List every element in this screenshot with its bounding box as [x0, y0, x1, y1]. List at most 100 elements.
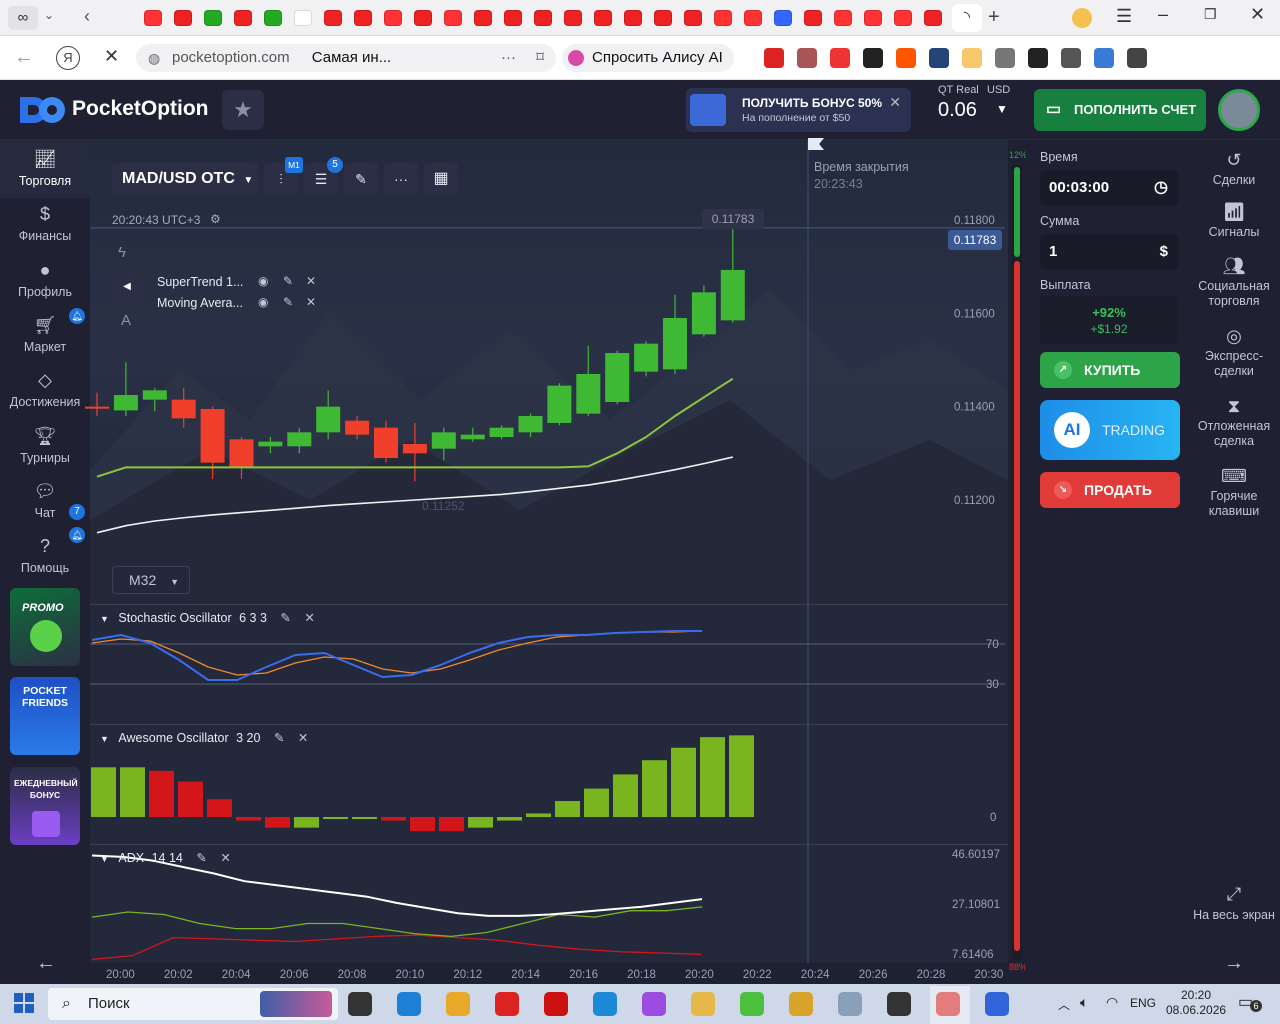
close-icon[interactable]: ✕: [220, 851, 230, 865]
time-tick-label: 20:26: [859, 969, 888, 981]
sell-button[interactable]: ↘ ПРОДАТЬ: [1040, 472, 1180, 508]
pencil-icon[interactable]: ✎: [280, 611, 290, 625]
windows-start-icon[interactable]: [14, 993, 34, 1013]
asset-selector[interactable]: MAD/USD OTC ▼: [112, 163, 258, 195]
arrow-down-icon: ↘: [1054, 481, 1072, 499]
taskbar-app-icon[interactable]: [887, 992, 911, 1016]
time-tick-label: 20:22: [743, 969, 772, 981]
ai-trading-button[interactable]: AI TRADING: [1040, 400, 1180, 460]
caret-down-icon: ▼: [170, 577, 180, 587]
awesome-name: Awesome Oscillator: [118, 731, 229, 745]
currency-icon[interactable]: $: [1160, 234, 1168, 270]
taskbar-app-icon[interactable]: [446, 992, 470, 1016]
adx-minus-di-line: [91, 934, 702, 961]
right-nav-label: Горячие клавиши: [1208, 489, 1260, 518]
right-nav-keyboard[interactable]: ⌨ Горячие клавиши: [1188, 466, 1280, 519]
caret-down-icon[interactable]: ▼: [100, 614, 109, 624]
ai-trading-label: TRADING: [1102, 422, 1165, 438]
taskbar-app-icon[interactable]: [642, 992, 666, 1016]
close-icon[interactable]: ✕: [304, 611, 314, 625]
price-tick-label: 0.11400: [954, 402, 995, 414]
taskbar-app-icon[interactable]: [544, 992, 568, 1016]
volume-icon[interactable]: 🔈︎: [1080, 994, 1088, 1011]
time-label: Время: [1040, 150, 1078, 164]
notifications-icon[interactable]: ▭ 6: [1238, 992, 1262, 1014]
close-icon[interactable]: ✕: [306, 274, 316, 288]
taskbar-app-icon[interactable]: [348, 992, 372, 1016]
awesome-bar: [352, 817, 377, 819]
taskbar-app-icon[interactable]: [691, 992, 715, 1016]
stochastic-d-line: [91, 630, 703, 676]
price-tick-label: 0.11200: [954, 495, 995, 507]
amount-input[interactable]: 1 $: [1040, 234, 1178, 270]
eye-icon[interactable]: ◉: [258, 274, 268, 288]
awesome-params: 3 20: [236, 731, 261, 745]
right-nav-target[interactable]: ◎ Экспресс-сделки: [1188, 326, 1280, 379]
timeframe-value: M32: [129, 572, 157, 588]
clock-date: 08.06.2026: [1166, 1003, 1227, 1017]
right-nav-hourglass[interactable]: ⧗ Отложенная сделка: [1188, 396, 1280, 449]
adx-tick-label: 7.61406: [952, 949, 994, 961]
taskbar-app-icon[interactable]: [985, 992, 1009, 1016]
taskbar-app-icon[interactable]: [495, 992, 519, 1016]
adx-tick-label: 46.60197: [952, 849, 1000, 861]
pencil-icon[interactable]: ✎: [274, 731, 284, 745]
gear-icon[interactable]: ⚙: [210, 212, 221, 226]
pencil-icon[interactable]: ✎: [283, 274, 293, 288]
notification-count: 6: [1250, 1000, 1262, 1012]
right-nav-signal[interactable]: 📶︎ Сигналы: [1188, 202, 1280, 240]
time-input[interactable]: 00:03:00 ◷: [1040, 170, 1178, 206]
clock-icon[interactable]: ◷: [1154, 170, 1168, 206]
fullscreen-button[interactable]: ⤢ На весь экран: [1188, 884, 1280, 923]
pencil-icon[interactable]: ✎: [283, 295, 293, 309]
candle-body: [720, 269, 745, 321]
taskbar-app-icon[interactable]: [838, 992, 862, 1016]
right-nav-history[interactable]: ↺ Сделки: [1188, 150, 1280, 188]
candle-body: [576, 374, 601, 414]
time-tick-label: 20:30: [975, 969, 1004, 981]
eye-icon[interactable]: ◉: [258, 295, 268, 309]
lightning-icon[interactable]: ϟ: [118, 244, 126, 261]
awesome-bar: [439, 817, 464, 832]
search-icon: ⌕: [62, 995, 71, 1012]
candles-icon: ⫶: [279, 171, 283, 187]
stochastic-name: Stochastic Oscillator: [118, 611, 232, 625]
language-indicator[interactable]: ENG: [1130, 996, 1156, 1010]
payout-percent: +92%: [1092, 305, 1126, 320]
taskbar-app-icon[interactable]: [789, 992, 813, 1016]
payout-amount: +$1.92: [1090, 322, 1128, 336]
hourglass-icon: ⧗: [1227, 396, 1241, 416]
candle-body: [402, 444, 427, 454]
bearish-percent: 88%: [1009, 962, 1028, 972]
close-icon[interactable]: ✕: [298, 731, 308, 745]
awesome-header: ▼ Awesome Oscillator 3 20 ✎ ✕: [100, 730, 308, 745]
taskbar-search[interactable]: ⌕ Поиск: [48, 988, 338, 1020]
time-tick-label: 20:28: [917, 969, 946, 981]
right-nav-people[interactable]: 👥︎ Социальная торговля: [1188, 256, 1280, 309]
tray-chevron-icon[interactable]: ︿: [1058, 996, 1070, 1013]
text-tool-icon[interactable]: A: [121, 312, 131, 329]
caret-down-icon[interactable]: ▼: [100, 854, 109, 864]
drawing-button[interactable]: ✎: [344, 163, 378, 195]
caret-down-icon[interactable]: ▼: [100, 734, 109, 744]
layout-button[interactable]: ▦: [424, 163, 458, 195]
time-tick-label: 20:06: [280, 969, 309, 981]
people-icon: 👥︎: [1222, 256, 1246, 276]
wifi-icon[interactable]: ◠: [1106, 994, 1118, 1011]
timeframe-select[interactable]: M32 ▼: [112, 566, 190, 594]
candle-body: [316, 406, 341, 433]
awesome-bar: [468, 817, 493, 828]
taskbar-app-icon[interactable]: [397, 992, 421, 1016]
close-icon[interactable]: ✕: [306, 295, 316, 309]
awesome-bar: [207, 799, 232, 817]
time-tick-label: 20:08: [338, 969, 367, 981]
awesome-bar: [642, 760, 667, 817]
taskbar-app-icon[interactable]: [740, 992, 764, 1016]
clock[interactable]: 20:20 08.06.2026: [1166, 988, 1226, 1018]
collapse-indicators-button[interactable]: ◀: [112, 275, 142, 299]
pencil-icon[interactable]: ✎: [196, 851, 206, 865]
taskbar-app-icon[interactable]: [593, 992, 617, 1016]
more-tools-button[interactable]: ···: [384, 163, 418, 195]
collapse-right-arrow-icon[interactable]: →: [1224, 952, 1244, 975]
buy-button[interactable]: ↗ КУПИТЬ: [1040, 352, 1180, 388]
